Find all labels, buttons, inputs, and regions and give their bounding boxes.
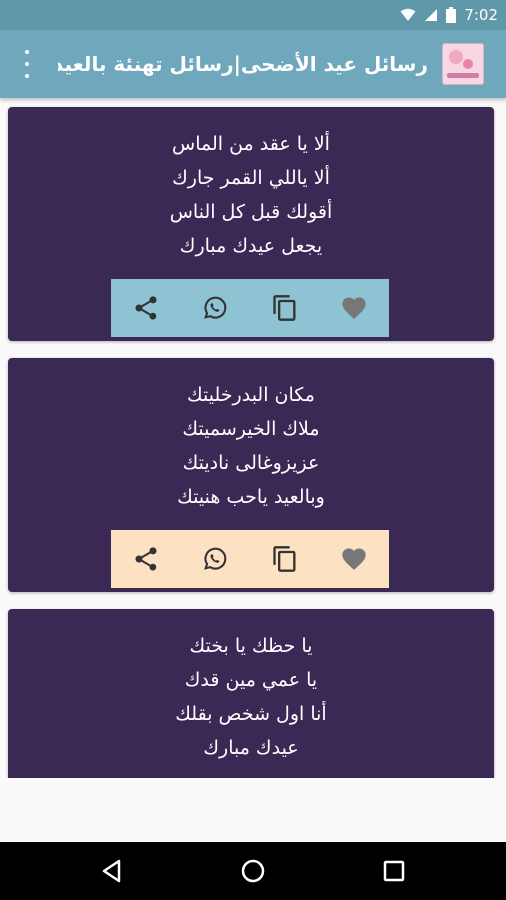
home-icon[interactable] xyxy=(237,855,269,887)
message-line: يجعل عيدك مبارك xyxy=(179,235,323,257)
app-logo xyxy=(442,43,484,85)
list-bottom-area xyxy=(0,778,506,840)
message-line: عيدك مبارك xyxy=(203,737,299,759)
message-line: يا عمي مين قدك xyxy=(184,669,318,691)
status-icons: 7:02 xyxy=(400,0,498,30)
share-icon[interactable] xyxy=(128,290,164,326)
message-line: أنا اول شخص بقلك xyxy=(175,703,327,725)
whatsapp-icon[interactable] xyxy=(197,541,233,577)
favorite-heart-icon[interactable] xyxy=(336,541,372,577)
share-icon[interactable] xyxy=(128,541,164,577)
message-line: ألا يا عقد من الماس xyxy=(172,133,330,155)
messages-list[interactable]: ألا يا عقد من الماس ألا ياللي القمر جارك… xyxy=(0,98,506,840)
app-title: رسائل عيد الأضحى|رسائل تهنئة بالعيد xyxy=(58,52,428,76)
clock-text: 7:02 xyxy=(464,6,498,24)
copy-icon[interactable] xyxy=(267,290,303,326)
battery-icon xyxy=(446,7,457,23)
wifi-icon xyxy=(400,8,416,21)
status-bar: 7:02 xyxy=(0,0,506,30)
message-text: يا حظك يا بختك يا عمي مين قدك أنا اول شخ… xyxy=(8,609,494,765)
message-line: مكان البدرخليتك xyxy=(187,384,315,406)
message-text: ألا يا عقد من الماس ألا ياللي القمر جارك… xyxy=(8,107,494,263)
message-line: أقولك قبل كل الناس xyxy=(169,201,333,223)
app-bar: رسائل عيد الأضحى|رسائل تهنئة بالعيد xyxy=(0,30,506,98)
whatsapp-icon[interactable] xyxy=(197,290,233,326)
message-line: يا حظك يا بختك xyxy=(189,635,313,657)
back-icon[interactable] xyxy=(96,855,128,887)
copy-icon[interactable] xyxy=(267,541,303,577)
recents-icon[interactable] xyxy=(378,855,410,887)
message-card: مكان البدرخليتك ملاك الخيرسميتك عزيزوغال… xyxy=(8,358,494,592)
message-text: مكان البدرخليتك ملاك الخيرسميتك عزيزوغال… xyxy=(8,358,494,514)
signal-icon xyxy=(425,9,438,21)
message-card: ألا يا عقد من الماس ألا ياللي القمر جارك… xyxy=(8,107,494,341)
action-bar xyxy=(111,279,389,337)
action-bar xyxy=(111,530,389,588)
navigation-bar xyxy=(0,842,506,900)
favorite-heart-icon[interactable] xyxy=(336,290,372,326)
message-line: وبالعيد ياحب هنيتك xyxy=(177,486,325,508)
message-line: عزيزوغالى ناديتك xyxy=(182,452,320,474)
overflow-menu-icon[interactable] xyxy=(16,50,38,78)
message-line: ملاك الخيرسميتك xyxy=(182,418,320,440)
message-line: ألا ياللي القمر جارك xyxy=(172,167,330,189)
